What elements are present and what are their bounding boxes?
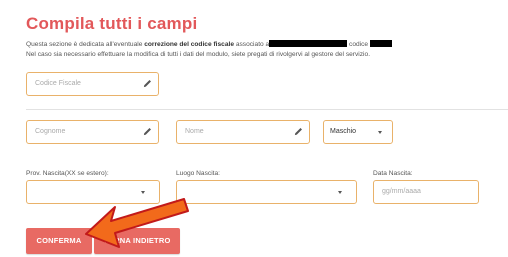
arrow-annotation: [85, 198, 189, 248]
